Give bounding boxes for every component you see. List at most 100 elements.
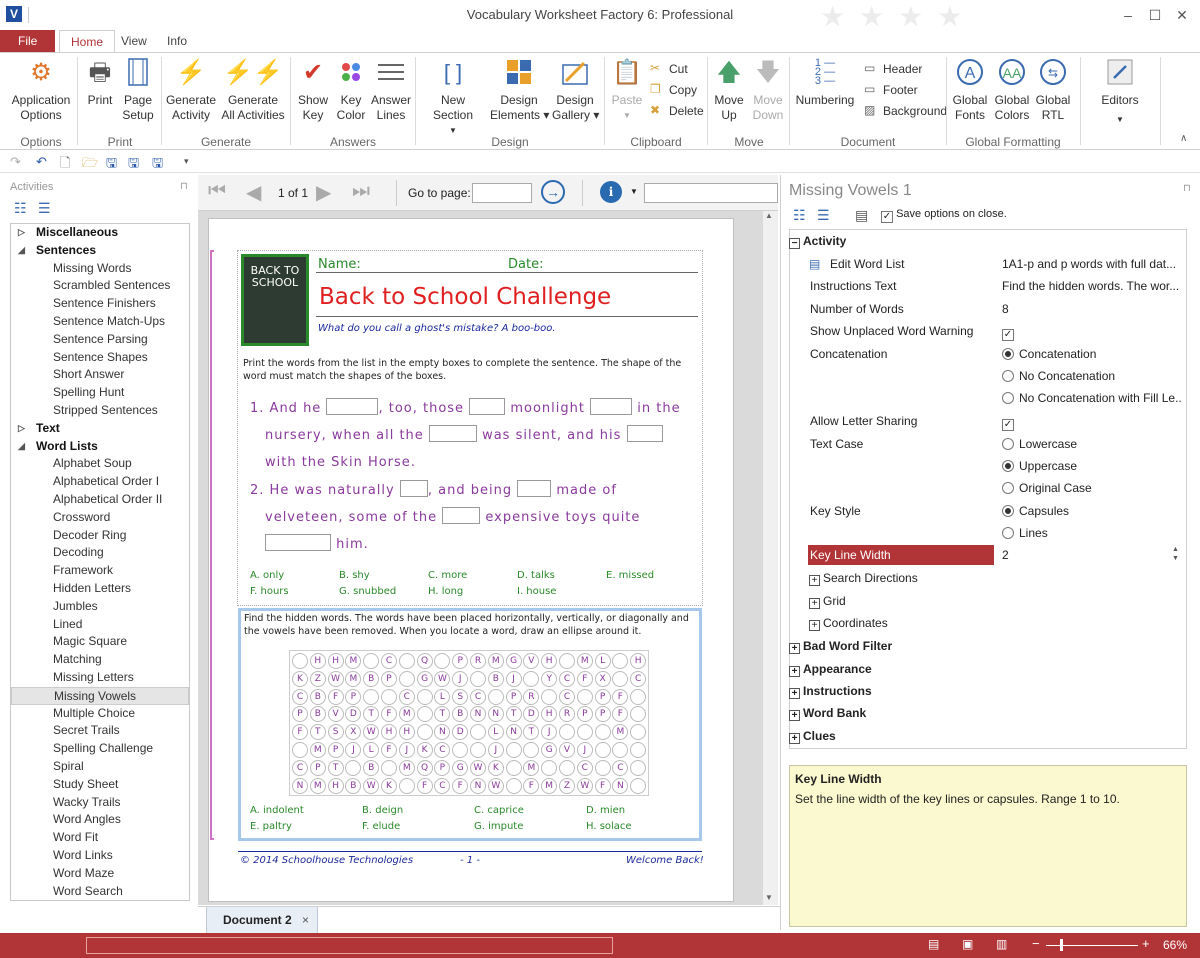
- tree-item[interactable]: Missing Vowels: [11, 686, 189, 705]
- tree-item[interactable]: Missing Words: [11, 260, 189, 278]
- global-fonts-button[interactable]: A Global Fonts: [950, 57, 990, 123]
- open-folder-icon[interactable]: 🗁: [82, 154, 98, 176]
- expand-all-icon[interactable]: ☷: [793, 207, 806, 224]
- radio-option[interactable]: Lines: [1002, 526, 1182, 540]
- show-key-button[interactable]: ✔ Show Key: [296, 57, 330, 123]
- go-to-page-input[interactable]: [472, 183, 532, 203]
- tree-item[interactable]: Word Search: [11, 883, 189, 900]
- copy-button[interactable]: ❐ Copy: [650, 82, 697, 97]
- maximize-icon[interactable]: ☐: [1141, 4, 1169, 26]
- tree-category[interactable]: ▷ Text: [11, 420, 189, 438]
- app-icon[interactable]: V: [6, 6, 22, 22]
- close-icon[interactable]: ✕: [1168, 4, 1196, 26]
- tree-item[interactable]: Study Sheet: [11, 776, 189, 794]
- spinner-icon[interactable]: ▲ ▼: [1172, 545, 1179, 563]
- close-tab-icon[interactable]: ×: [302, 907, 309, 934]
- tab-home[interactable]: Home: [59, 30, 116, 52]
- tree-item[interactable]: Short Answer: [11, 366, 189, 384]
- clues-section[interactable]: + Clues: [789, 729, 1187, 744]
- tab-file[interactable]: File: [0, 30, 56, 52]
- tree-item[interactable]: Spelling Hunt: [11, 384, 189, 402]
- multi-page-view-icon[interactable]: ▥: [996, 937, 1007, 951]
- save-icon[interactable]: 🖫: [106, 154, 117, 176]
- next-page-icon[interactable]: ▶: [316, 180, 331, 205]
- property-value[interactable]: 1A1-p and p words with full dat...: [1002, 257, 1182, 271]
- search-input[interactable]: [644, 183, 778, 203]
- tab-document-2[interactable]: Document 2 ×: [206, 907, 318, 934]
- global-colors-button[interactable]: AA Global Colors: [992, 57, 1032, 123]
- page-setup-button[interactable]: Page Setup: [120, 57, 156, 123]
- collapse-arrow-icon[interactable]: ◢: [18, 438, 25, 456]
- tree-category[interactable]: ▷ Miscellaneous: [11, 224, 189, 242]
- word-bank-section[interactable]: + Word Bank: [789, 706, 1187, 721]
- bad-word-filter-section[interactable]: + Bad Word Filter: [789, 639, 1187, 654]
- design-gallery-button[interactable]: Design Gallery ▾: [552, 57, 599, 123]
- previous-page-icon[interactable]: ◀: [246, 180, 261, 205]
- first-page-icon[interactable]: ⏮: [208, 180, 226, 203]
- key-color-button[interactable]: Key Color: [334, 57, 368, 123]
- key-line-width-row[interactable]: Key Line Width 2 ▲ ▼: [789, 545, 1187, 565]
- move-down-button[interactable]: 🡇 Move Down: [750, 57, 786, 123]
- footer-button[interactable]: ▭ Footer: [864, 82, 918, 97]
- tree-item[interactable]: Spelling Challenge: [11, 740, 189, 758]
- zoom-slider-thumb[interactable]: [1060, 939, 1063, 951]
- cut-button[interactable]: ✂ Cut: [650, 61, 688, 76]
- tree-category[interactable]: ◢ Sentences: [11, 242, 189, 260]
- undo-icon[interactable]: ↶: [36, 154, 47, 170]
- delete-button[interactable]: ✖ Delete: [650, 103, 704, 118]
- tree-item[interactable]: Jumbles: [11, 598, 189, 616]
- tree-item[interactable]: Wacky Trails: [11, 794, 189, 812]
- tree-item[interactable]: Missing Letters: [11, 669, 189, 687]
- collapse-all-icon[interactable]: ☰: [817, 207, 830, 224]
- radio-option[interactable]: Lowercase: [1002, 437, 1182, 451]
- generate-all-button[interactable]: ⚡⚡ Generate All Activities: [220, 57, 286, 123]
- radio-option[interactable]: Uppercase: [1002, 459, 1182, 473]
- appearance-section[interactable]: + Appearance: [789, 662, 1187, 677]
- new-section-button[interactable]: [ ] New Section ▼: [420, 57, 486, 138]
- checkbox-icon[interactable]: ✓: [1002, 419, 1014, 431]
- tree-item[interactable]: Framework: [11, 562, 189, 580]
- radio-option[interactable]: No Concatenation: [1002, 369, 1182, 383]
- tree-item[interactable]: Alphabetical Order I: [11, 473, 189, 491]
- tree-item[interactable]: Word Maze: [11, 865, 189, 883]
- expand-arrow-icon[interactable]: ▷: [18, 224, 25, 242]
- print-button[interactable]: 🖶 Print: [84, 57, 116, 108]
- editors-button[interactable]: Editors ▼: [1092, 57, 1148, 127]
- tree-item[interactable]: Secret Trails: [11, 722, 189, 740]
- global-rtl-button[interactable]: ⇆ Global RTL: [1034, 57, 1072, 123]
- tree-category[interactable]: ◢ Word Lists: [11, 438, 189, 456]
- scroll-up-icon[interactable]: ▲: [765, 211, 773, 220]
- grid-options-icon[interactable]: ▤: [855, 207, 868, 224]
- minimize-icon[interactable]: –: [1114, 4, 1142, 26]
- tree-item[interactable]: Scrambled Sentences: [11, 277, 189, 295]
- new-document-icon[interactable]: 🗋: [60, 154, 70, 176]
- activity-section[interactable]: − Activity: [789, 234, 1187, 249]
- application-options-button[interactable]: ⚙ Application Options: [8, 57, 74, 123]
- tree-item[interactable]: Spiral: [11, 758, 189, 776]
- tree-item[interactable]: Stripped Sentences: [11, 402, 189, 420]
- vertical-scrollbar[interactable]: ▲ ▼: [763, 211, 778, 905]
- generate-activity-button[interactable]: ⚡ Generate Activity: [165, 57, 217, 123]
- last-page-icon[interactable]: ⏭: [352, 180, 370, 203]
- zoom-out-icon[interactable]: −: [1032, 936, 1040, 951]
- tree-item[interactable]: Lined: [11, 616, 189, 634]
- tree-item[interactable]: Sentence Match-Ups: [11, 313, 189, 331]
- save-all-icon[interactable]: 🖫: [152, 154, 163, 176]
- page-view-icon[interactable]: ▣: [962, 937, 973, 951]
- tree-item[interactable]: Word Shapes: [11, 900, 189, 901]
- background-button[interactable]: ▨ Background: [864, 103, 947, 118]
- tree-item[interactable]: Alphabetical Order II: [11, 491, 189, 509]
- answer-lines-button[interactable]: Answer Lines: [371, 57, 411, 123]
- move-up-button[interactable]: 🡅 Move Up: [712, 57, 746, 123]
- normal-view-icon[interactable]: ▤: [928, 937, 939, 951]
- tree-item[interactable]: Sentence Parsing: [11, 331, 189, 349]
- pin-icon[interactable]: ⊓: [180, 181, 188, 192]
- collapse-ribbon-icon[interactable]: ∧: [1180, 133, 1187, 144]
- tree-item[interactable]: Decoder Ring: [11, 527, 189, 545]
- tree-item[interactable]: Magic Square: [11, 633, 189, 651]
- tree-item[interactable]: Crossword: [11, 509, 189, 527]
- tree-item[interactable]: Sentence Finishers: [11, 295, 189, 313]
- radio-option[interactable]: Capsules: [1002, 504, 1182, 518]
- customize-toolbar-icon[interactable]: ▾: [184, 156, 189, 167]
- collapse-all-icon[interactable]: ☰: [38, 200, 51, 217]
